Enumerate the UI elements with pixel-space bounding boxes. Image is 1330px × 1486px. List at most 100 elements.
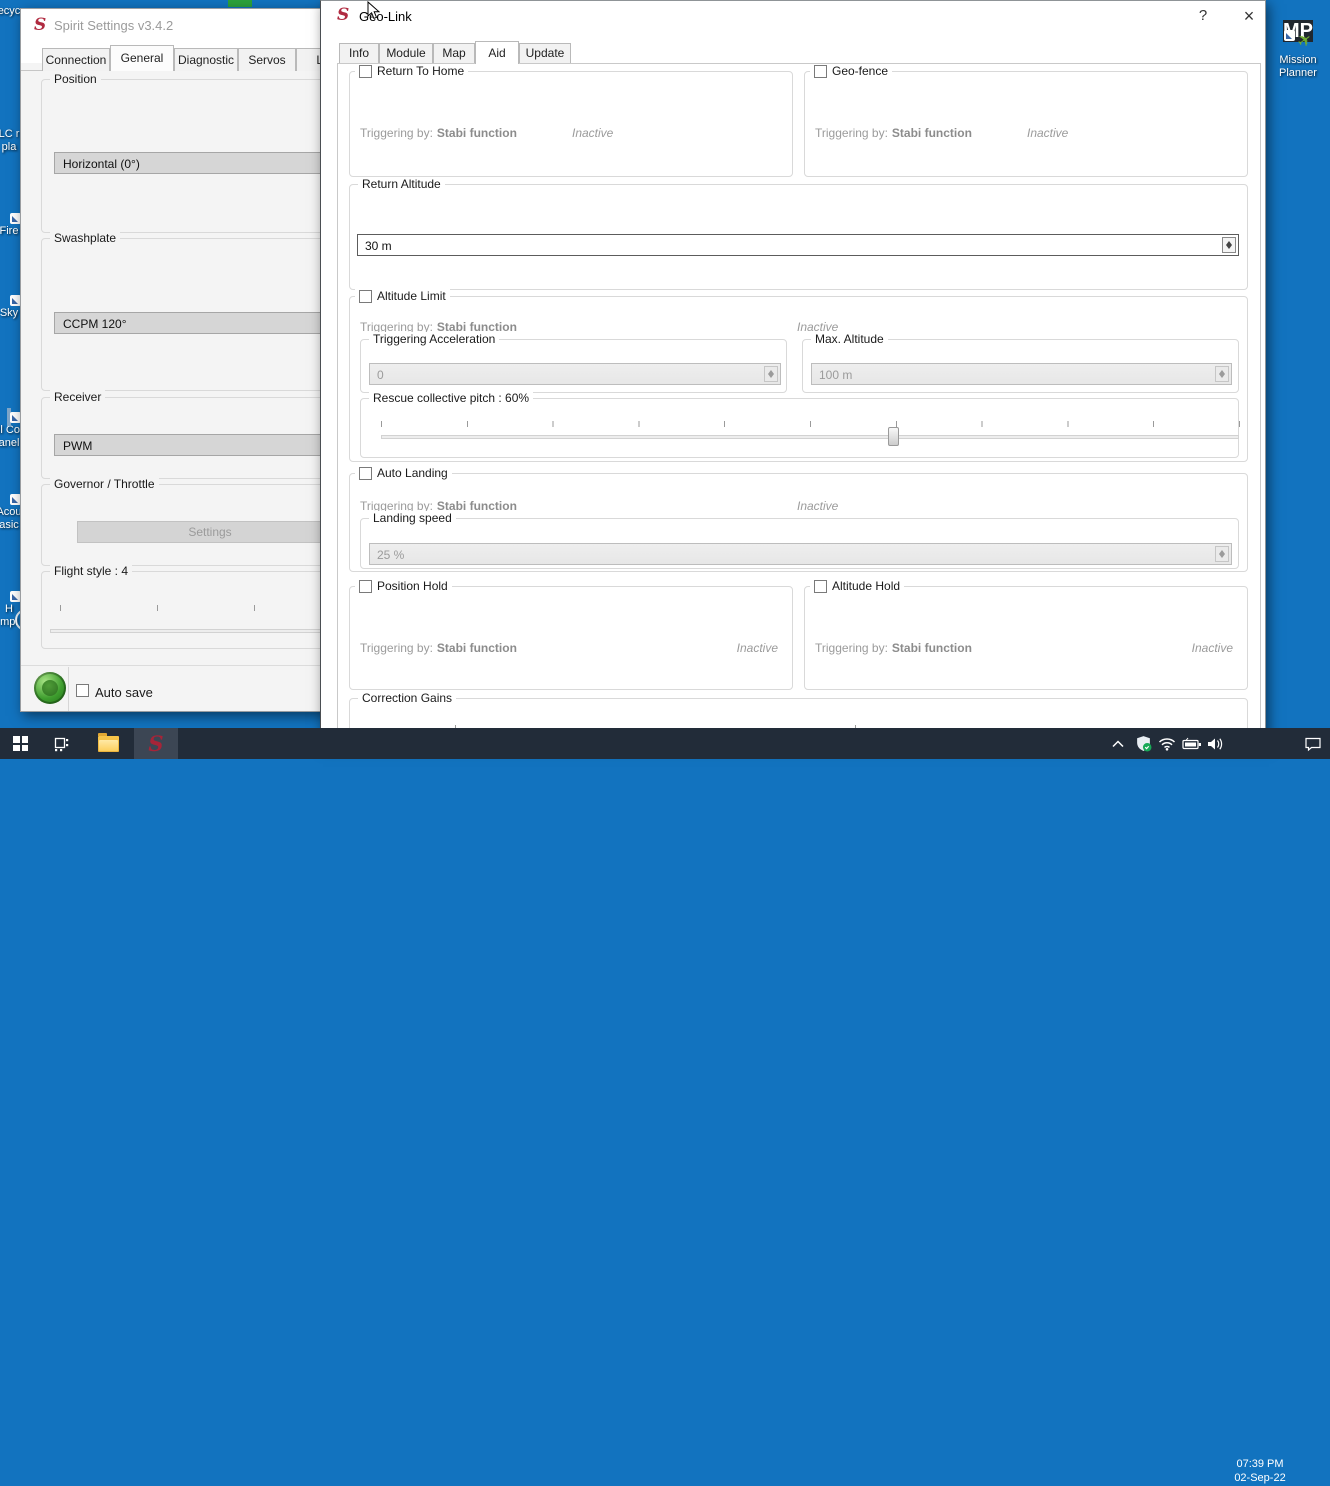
- volume-tray-icon[interactable]: [1202, 728, 1228, 759]
- landing-speed-value[interactable]: 25 %: [370, 544, 1213, 564]
- receiver-combobox[interactable]: PWM: [54, 434, 342, 456]
- tab-aid[interactable]: Aid: [475, 41, 519, 64]
- return-altitude-spinbox[interactable]: 30 m: [357, 234, 1239, 256]
- tab-map[interactable]: Map: [433, 43, 475, 63]
- landing-speed-spinbox[interactable]: 25 %: [369, 543, 1232, 565]
- status-inactive: Inactive: [736, 641, 778, 655]
- rescue-collective-pitch-group-label: Rescue collective pitch : 60%: [369, 391, 534, 405]
- correction-gains-group-label: Correction Gains: [358, 691, 457, 705]
- footer-separator: [68, 667, 69, 711]
- clock-date: 02-Sep-22: [1234, 1472, 1286, 1484]
- tray-expand-button[interactable]: [1104, 728, 1132, 759]
- action-center-button[interactable]: [1296, 728, 1330, 759]
- landing-speed-group-label: Landing speed: [369, 511, 456, 525]
- rescue-pitch-slider-ticks: [381, 421, 1240, 427]
- wifi-icon: [1158, 737, 1176, 751]
- spinner-buttons[interactable]: [764, 366, 778, 382]
- taskbar-clock[interactable]: 07:39 PM 02-Sep-22: [1226, 1457, 1294, 1486]
- tab-update[interactable]: Update: [519, 43, 571, 63]
- auto-landing-checkbox[interactable]: [359, 466, 372, 480]
- start-button[interactable]: [0, 728, 40, 759]
- shield-icon: [1136, 736, 1151, 752]
- swashplate-group-label: Swashplate: [50, 231, 121, 245]
- triggering-by-label: Triggering by:: [815, 641, 888, 655]
- triggering-acceleration-group-label: Triggering Acceleration: [369, 332, 500, 346]
- tab-servos[interactable]: Servos: [238, 48, 296, 71]
- max-altitude-spinbox[interactable]: 100 m: [811, 363, 1232, 385]
- spinner-buttons[interactable]: [1222, 237, 1236, 253]
- altitude-hold-checkbox[interactable]: [814, 579, 827, 593]
- tab-module[interactable]: Module: [379, 43, 433, 63]
- tab-diagnostic[interactable]: Diagnostic: [174, 48, 238, 71]
- windows-logo-icon: [12, 736, 28, 751]
- triggering-by-row: Triggering by: Stabi function: [815, 641, 972, 655]
- rescue-pitch-slider-handle[interactable]: [888, 427, 899, 446]
- speaker-icon: [1208, 737, 1223, 750]
- task-view-button[interactable]: [40, 728, 80, 759]
- hidden-desktop-icon-sliver: [228, 0, 252, 7]
- triggering-by-row: Triggering by: Stabi function: [815, 126, 972, 140]
- position-combobox[interactable]: Horizontal (0°): [54, 152, 342, 174]
- battery-charging-icon: [1181, 737, 1201, 749]
- geolink-window: S Geo-Link ? × Info Module Map Aid Updat…: [320, 0, 1266, 758]
- file-explorer-icon: [97, 732, 119, 752]
- status-inactive: Inactive: [797, 499, 839, 513]
- triggering-by-row: Triggering by: Stabi function: [360, 126, 517, 140]
- return-to-home-label: Return To Home: [377, 64, 465, 78]
- triggering-by-label: Triggering by:: [360, 126, 433, 140]
- return-altitude-value[interactable]: 30 m: [358, 235, 1220, 255]
- status-inactive: Inactive: [572, 126, 614, 140]
- file-explorer-button[interactable]: [88, 728, 128, 759]
- return-altitude-group-label: Return Altitude: [358, 177, 445, 191]
- geolink-logo-icon: S: [337, 5, 350, 25]
- return-to-home-checkbox[interactable]: [359, 64, 372, 78]
- triggering-by-row: Triggering by: Stabi function: [360, 641, 517, 655]
- desktop: { "desktop": { "background_color": "#127…: [0, 0, 1330, 1484]
- flight-style-slider-track[interactable]: [50, 629, 344, 633]
- auto-save-label: Auto save: [95, 685, 153, 700]
- flight-style-slider-ticks: [60, 605, 344, 611]
- flight-style-group-label: Flight style : 4: [50, 564, 133, 578]
- status-inactive: Inactive: [1191, 641, 1233, 655]
- altitude-limit-label: Altitude Limit: [377, 289, 446, 303]
- position-group-label: Position: [50, 72, 101, 86]
- triggering-acceleration-value[interactable]: 0: [370, 364, 762, 384]
- max-altitude-value[interactable]: 100 m: [812, 364, 1213, 384]
- footer-divider: [21, 665, 364, 666]
- spirit-window-title: Spirit Settings v3.4.2: [54, 18, 174, 33]
- triggering-by-value: Stabi function: [891, 641, 972, 655]
- triggering-by-label: Triggering by:: [815, 126, 888, 140]
- governor-settings-button[interactable]: Settings: [77, 521, 343, 543]
- spinner-buttons[interactable]: [1215, 366, 1229, 382]
- auto-save-checkbox[interactable]: [76, 684, 89, 697]
- notification-icon: [1305, 737, 1321, 751]
- spirit-taskbar-button[interactable]: S: [134, 728, 178, 759]
- spirit-app-icon: S: [148, 731, 164, 756]
- status-inactive: Inactive: [1027, 126, 1069, 140]
- desktop-icon-mission-planner[interactable]: MP ✈ Mission Planner: [1272, 8, 1324, 80]
- tab-info[interactable]: Info: [339, 43, 379, 63]
- wifi-tray-icon[interactable]: [1154, 728, 1180, 759]
- triggering-by-label: Triggering by:: [360, 641, 433, 655]
- altitude-limit-checkbox[interactable]: [359, 289, 372, 303]
- tab-connection[interactable]: Connection: [42, 48, 110, 71]
- spinner-buttons[interactable]: [1215, 546, 1229, 562]
- help-button[interactable]: ?: [1188, 3, 1218, 29]
- connection-led-indicator: [34, 672, 66, 704]
- rescue-pitch-slider-track[interactable]: [381, 435, 1239, 439]
- position-hold-label: Position Hold: [377, 579, 448, 593]
- triggering-by-value: Stabi function: [436, 126, 517, 140]
- position-hold-checkbox[interactable]: [359, 579, 372, 593]
- swashplate-combobox[interactable]: CCPM 120°: [54, 312, 342, 334]
- control-panel-icon: [7, 408, 21, 426]
- spirit-settings-window: S Spirit Settings v3.4.2 Connection Gene…: [20, 8, 365, 712]
- altitude-hold-label: Altitude Hold: [832, 579, 901, 593]
- close-button[interactable]: ×: [1234, 3, 1264, 29]
- desktop-icon-label: Planner: [1279, 67, 1317, 79]
- triggering-acceleration-spinbox[interactable]: 0: [369, 363, 781, 385]
- mission-planner-icon: MP ✈: [1283, 20, 1316, 52]
- security-tray-icon[interactable]: [1130, 728, 1156, 759]
- tab-general[interactable]: General: [110, 45, 174, 71]
- geo-fence-checkbox[interactable]: [814, 64, 827, 78]
- shortcut-arrow-icon: [1284, 30, 1295, 41]
